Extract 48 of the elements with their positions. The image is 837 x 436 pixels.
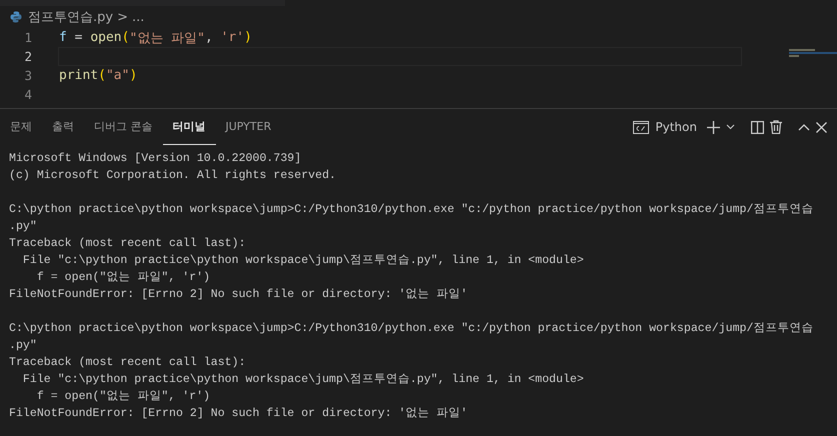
terminal-line: f = open("없는 파일", 'r')	[36, 270, 212, 286]
python-file-icon	[10, 11, 22, 23]
code-token: f	[59, 30, 67, 45]
terminal-line: Microsoft Windows [Version 10.0.22000.739]	[9, 151, 302, 167]
panel-tab[interactable]: 출력	[42, 109, 84, 145]
terminal-name[interactable]: Python	[655, 120, 697, 134]
code-token: )	[129, 68, 138, 83]
code-token: "a"	[106, 68, 130, 83]
code-token: )	[244, 30, 252, 45]
line-number: 1	[23, 30, 32, 45]
code-token: open	[90, 30, 122, 45]
trash-icon[interactable]	[770, 120, 782, 134]
chevron-down-icon[interactable]	[726, 124, 735, 130]
breadcrumb-more[interactable]: ...	[132, 10, 144, 24]
terminal-line: C:\python practice\python workspace\jump>C:/Python310/python.exe "c:/python practice/python workspace/jump/점프투연습	[9, 321, 814, 337]
code-token: ,	[204, 30, 214, 45]
code-token: (	[122, 30, 130, 45]
code-token: (	[98, 68, 106, 83]
code-token: 'r'	[220, 30, 244, 45]
code-token: =	[74, 30, 84, 45]
breadcrumb-separator: >	[117, 10, 128, 24]
panel-tab[interactable]: 문제	[10, 109, 42, 145]
terminal-line: .py"	[9, 338, 38, 354]
terminal-line: .py"	[9, 219, 38, 235]
breadcrumb-file[interactable]: 점프투연습.py	[28, 8, 114, 26]
terminal-line: File "c:\python practice\python workspace\jump\점프투연습.py", line 1, in <module>	[22, 253, 585, 269]
terminal-icon	[633, 120, 650, 134]
code-token: print	[59, 68, 98, 83]
chevron-up-icon[interactable]	[798, 124, 810, 130]
add-icon[interactable]	[707, 120, 720, 134]
code-token: "없는 파일"	[129, 30, 205, 46]
line-number: 4	[23, 87, 32, 102]
terminal-line: Traceback (most recent call last):	[9, 355, 247, 371]
panel-tab[interactable]: 터미널	[162, 109, 216, 145]
panel-tab[interactable]: JUPYTER	[216, 109, 282, 145]
line-number: 2	[23, 49, 32, 64]
line-number: 3	[23, 68, 32, 83]
terminal-line: FileNotFoundError: [Errno 2] No such file or directory: '없는 파일'	[9, 287, 468, 303]
terminal-line: (c) Microsoft Corporation. All rights reserved.	[9, 168, 337, 184]
terminal-line: File "c:\python practice\python workspace\jump\점프투연습.py", line 1, in <module>	[22, 372, 585, 388]
panel-tab[interactable]: 디버그 콘솔	[84, 109, 162, 145]
terminal-line: Traceback (most recent call last):	[9, 236, 247, 252]
close-icon[interactable]	[816, 122, 827, 132]
split-icon[interactable]	[751, 120, 764, 134]
terminal-line: FileNotFoundError: [Errno 2] No such file or directory: '없는 파일'	[9, 406, 468, 422]
terminal-line: C:\python practice\python workspace\jump>C:/Python310/python.exe "c:/python practice/python workspace/jump/점프투연습	[9, 202, 814, 218]
minimap-drawing	[789, 49, 837, 57]
terminal-line: f = open("없는 파일", 'r')	[36, 389, 212, 405]
